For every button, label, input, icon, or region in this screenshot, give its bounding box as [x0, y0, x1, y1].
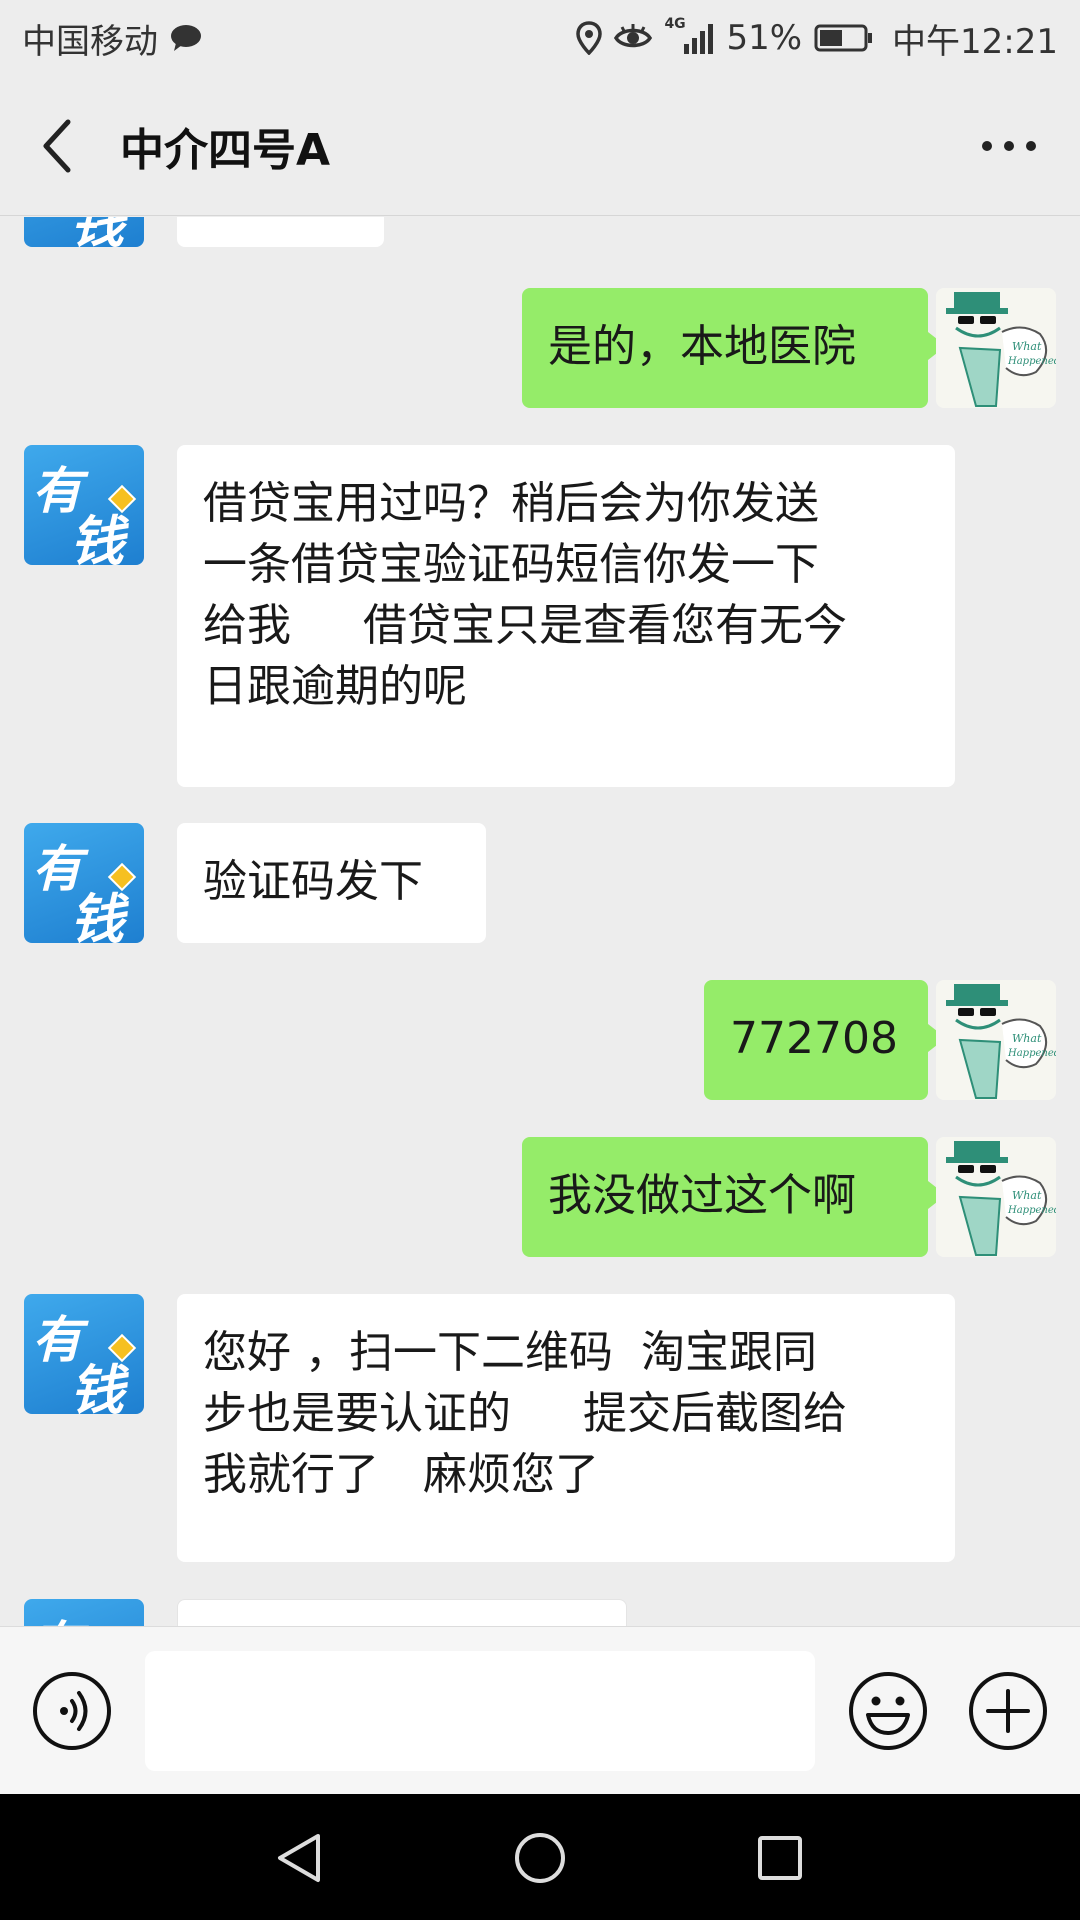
sent-message-bubble[interactable]: 772708: [704, 980, 946, 1100]
user-avatar-image: What Happened?: [946, 1141, 1056, 1256]
received-message-bubble[interactable]: 验证码发下: [177, 823, 486, 943]
chat-title: 中介四号A: [120, 124, 331, 176]
user-avatar[interactable]: What Happened?: [936, 1137, 1056, 1257]
more-actions-button[interactable]: [968, 1671, 1048, 1751]
received-message-bubble[interactable]: 您好 ，扫一下二维码 淘宝跟同 步也是要认证的 提交后截图给 我就行了 麻烦您了: [177, 1294, 955, 1562]
contact-avatar[interactable]: 有钱: [24, 1599, 144, 1626]
user-avatar[interactable]: What Happened?: [936, 980, 1056, 1100]
message-list[interactable]: 有钱 是的，本地医院 What Happened? 有钱 借贷宝用过吗？稍后会为…: [0, 217, 1080, 1626]
message-notification-icon: [170, 23, 202, 53]
clock: 中午12:21: [892, 21, 1058, 62]
emoji-button[interactable]: [848, 1671, 928, 1751]
user-avatar-image: What Happened?: [946, 984, 1056, 1099]
message-input[interactable]: [145, 1651, 815, 1771]
voice-input-button[interactable]: [32, 1671, 112, 1751]
contact-avatar[interactable]: 有钱: [24, 445, 144, 565]
triangle-back-icon: [278, 1834, 320, 1882]
back-button[interactable]: [8, 76, 108, 216]
network-type: 4G: [664, 16, 686, 32]
circle-home-icon: [515, 1833, 565, 1883]
more-options-button[interactable]: [974, 116, 1044, 176]
chevron-left-icon: [43, 119, 71, 172]
svg-text:What: What: [1012, 340, 1042, 353]
contact-avatar[interactable]: 有钱: [24, 823, 144, 943]
plus-icon: [969, 1672, 1047, 1750]
svg-text:Happened?: Happened?: [1007, 1205, 1056, 1216]
svg-text:What: What: [1012, 1032, 1042, 1045]
emoji-icon: [849, 1672, 927, 1750]
nav-home-button[interactable]: [508, 1826, 572, 1890]
square-recents-icon: [758, 1836, 802, 1880]
nav-recents-button[interactable]: [748, 1826, 812, 1890]
contact-avatar[interactable]: 有钱: [24, 1294, 144, 1414]
contact-avatar[interactable]: 有钱: [24, 217, 144, 247]
signal-icon: 4G: [664, 16, 714, 54]
voice-icon: [33, 1672, 111, 1750]
location-icon: [576, 21, 603, 55]
status-bar: 中国移动 4G 51% 中午12:21: [0, 0, 1080, 76]
received-message-bubble[interactable]: 借贷宝用过吗？稍后会为你发送 一条借贷宝验证码短信你发一下 给我 借贷宝只是查看…: [177, 445, 955, 787]
user-avatar-image: What Happened?: [946, 292, 1056, 407]
chat-header: 中介四号A: [0, 76, 1080, 216]
eye-comfort-icon: [614, 24, 653, 52]
input-bar: [0, 1626, 1080, 1794]
battery-percent: 51%: [726, 18, 803, 58]
received-message-bubble[interactable]: [177, 217, 384, 247]
sent-message-bubble[interactable]: 是的，本地医院: [522, 288, 946, 408]
user-avatar[interactable]: What Happened?: [936, 288, 1056, 408]
sent-message-bubble[interactable]: 我没做过这个啊: [522, 1137, 946, 1257]
battery-icon: [814, 23, 874, 53]
svg-text:Happened?: Happened?: [1007, 1048, 1056, 1059]
svg-text:Happened?: Happened?: [1007, 356, 1056, 367]
system-navigation-bar: [0, 1794, 1080, 1920]
svg-text:What: What: [1012, 1189, 1042, 1202]
received-message-bubble[interactable]: [177, 1599, 627, 1626]
nav-back-button[interactable]: [268, 1826, 332, 1890]
carrier-name: 中国移动: [22, 21, 158, 62]
more-dots-icon: [982, 141, 1036, 151]
